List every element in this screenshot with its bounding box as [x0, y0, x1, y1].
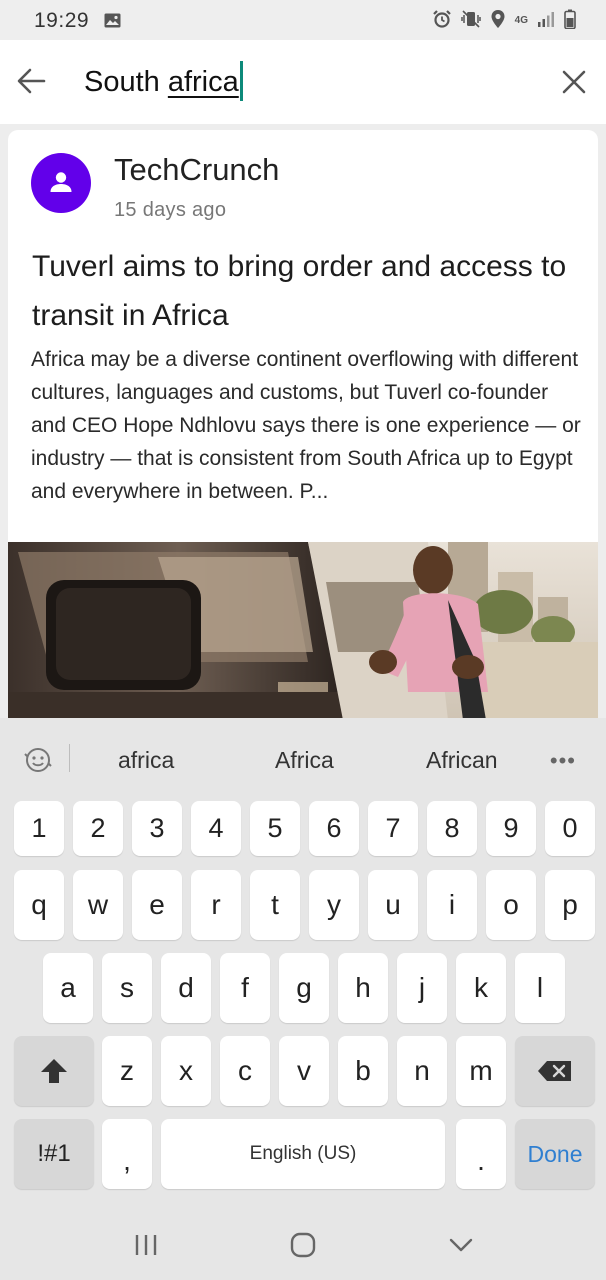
network-type-label: 4G — [514, 15, 528, 26]
backspace-icon — [538, 1061, 571, 1081]
article-time-ago: 15 days ago — [114, 199, 227, 221]
key-u[interactable]: u — [368, 870, 418, 940]
key-4[interactable]: 4 — [191, 801, 241, 856]
key-e[interactable]: e — [132, 870, 182, 940]
key-3[interactable]: 3 — [132, 801, 182, 856]
key-y[interactable]: y — [309, 870, 359, 940]
gallery-notification-icon — [104, 13, 121, 33]
signal-icon — [537, 10, 555, 33]
key-6[interactable]: 6 — [309, 801, 359, 856]
key-5[interactable]: 5 — [250, 801, 300, 856]
key-0[interactable]: 0 — [545, 801, 595, 856]
suggestion-1[interactable]: africa — [118, 747, 174, 774]
space-key[interactable]: English (US) — [161, 1119, 445, 1189]
soft-keyboard: africa Africa African ••• 1 2 3 4 5 6 7 … — [0, 718, 606, 1200]
source-avatar — [31, 153, 91, 213]
key-f[interactable]: f — [220, 953, 270, 1023]
key-h[interactable]: h — [338, 953, 388, 1023]
key-s[interactable]: s — [102, 953, 152, 1023]
home-icon[interactable] — [288, 1230, 318, 1260]
key-m[interactable]: m — [456, 1036, 506, 1106]
emoji-sticker-icon[interactable] — [22, 744, 54, 776]
battery-icon — [564, 9, 576, 34]
back-arrow-icon[interactable] — [14, 64, 48, 98]
search-query-composing: africa — [167, 66, 239, 98]
key-j[interactable]: j — [397, 953, 447, 1023]
shift-arrow-icon — [41, 1059, 67, 1083]
key-v[interactable]: v — [279, 1036, 329, 1106]
suggestion-bar: africa Africa African ••• — [0, 718, 606, 796]
text-caret — [239, 61, 243, 101]
shift-key[interactable] — [14, 1036, 94, 1106]
symbols-key[interactable]: !#1 — [14, 1119, 94, 1189]
status-icons: 4G — [432, 9, 576, 33]
key-8[interactable]: 8 — [427, 801, 477, 856]
key-r[interactable]: r — [191, 870, 241, 940]
alarm-icon — [432, 9, 452, 34]
article-card[interactable]: TechCrunch 15 days ago Tuverl aims to br… — [8, 130, 598, 720]
backspace-key[interactable] — [515, 1036, 595, 1106]
person-icon — [50, 172, 72, 192]
status-time: 19:29 — [34, 9, 90, 32]
done-key[interactable]: Done — [515, 1119, 595, 1189]
key-t[interactable]: t — [250, 870, 300, 940]
key-x[interactable]: x — [161, 1036, 211, 1106]
key-p[interactable]: p — [545, 870, 595, 940]
key-i[interactable]: i — [427, 870, 477, 940]
key-2[interactable]: 2 — [73, 801, 123, 856]
search-query-prefix: South — [84, 66, 168, 98]
article-source: TechCrunch — [114, 152, 280, 187]
close-icon[interactable] — [560, 68, 588, 96]
key-7[interactable]: 7 — [368, 801, 418, 856]
hide-keyboard-chevron-icon[interactable] — [446, 1230, 476, 1260]
key-n[interactable]: n — [397, 1036, 447, 1106]
comma-key[interactable]: , — [102, 1119, 152, 1189]
more-suggestions-button[interactable]: ••• — [550, 748, 576, 774]
recent-apps-icon[interactable] — [131, 1230, 161, 1260]
period-key[interactable]: . — [456, 1119, 506, 1189]
article-image[interactable] — [8, 542, 598, 720]
navigation-bar — [0, 1200, 606, 1280]
suggestion-divider — [69, 744, 70, 772]
key-d[interactable]: d — [161, 953, 211, 1023]
key-9[interactable]: 9 — [486, 801, 536, 856]
key-w[interactable]: w — [73, 870, 123, 940]
location-icon — [490, 9, 506, 34]
key-z[interactable]: z — [102, 1036, 152, 1106]
article-snippet: Africa may be a diverse continent overfl… — [31, 348, 581, 503]
article-headline[interactable]: Tuverl aims to bring order and access to… — [32, 242, 582, 340]
suggestion-2[interactable]: Africa — [275, 747, 334, 774]
key-1[interactable]: 1 — [14, 801, 64, 856]
vibrate-icon — [460, 9, 481, 34]
search-input[interactable]: South africa — [84, 60, 243, 104]
key-k[interactable]: k — [456, 953, 506, 1023]
key-c[interactable]: c — [220, 1036, 270, 1106]
search-bar: South africa — [0, 40, 606, 124]
key-l[interactable]: l — [515, 953, 565, 1023]
key-b[interactable]: b — [338, 1036, 388, 1106]
suggestion-3[interactable]: African — [426, 747, 498, 774]
status-bar: 19:29 4G — [0, 0, 606, 40]
key-o[interactable]: o — [486, 870, 536, 940]
key-q[interactable]: q — [14, 870, 64, 940]
key-a[interactable]: a — [43, 953, 93, 1023]
key-g[interactable]: g — [279, 953, 329, 1023]
